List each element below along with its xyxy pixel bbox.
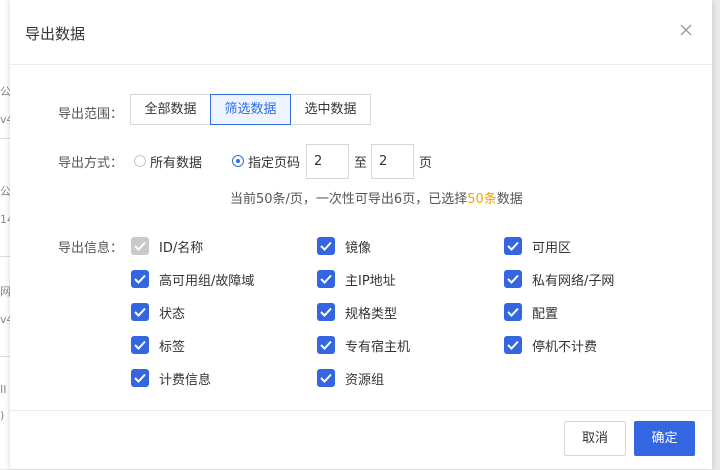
dialog-header: 导出数据: [10, 0, 712, 65]
field-label: 资源组: [345, 372, 385, 388]
checkbox-checked: [131, 369, 149, 387]
export-dialog: 导出数据 导出范围： 全部数据 筛选数据 选中数据 导出方式： 所有数据 指定页…: [10, 0, 712, 469]
checkbox-checked: [131, 303, 149, 321]
export-range-label: 导出范围：: [58, 107, 124, 122]
checkbox-checked: [317, 303, 335, 321]
field-label: 停机不计费: [532, 339, 598, 355]
field-label: 状态: [159, 306, 186, 322]
from-page-input[interactable]: [306, 144, 349, 179]
export-summary: 当前50条/页，一次性可导出6页，已选择50条数据: [230, 188, 523, 207]
to-page-input[interactable]: [371, 144, 414, 179]
cancel-button[interactable]: 取消: [564, 421, 626, 456]
checkbox-checked: [504, 303, 522, 321]
field-vpc-subnet[interactable]: 私有网络/子网: [504, 269, 614, 289]
radio-circle-checked: [232, 155, 244, 167]
checkbox-checked: [317, 237, 335, 255]
field-label: 主IP地址: [345, 273, 396, 289]
field-resource-group[interactable]: 资源组: [317, 368, 384, 388]
field-dedicated-host[interactable]: 专有宿主机: [317, 335, 410, 355]
checkbox-checked: [317, 336, 335, 354]
field-label: 镜像: [345, 240, 372, 256]
export-info-label: 导出信息：: [58, 241, 124, 256]
field-zone[interactable]: 可用区: [504, 236, 571, 256]
range-option-selected[interactable]: 选中数据: [290, 94, 371, 125]
radio-all-data-label: 所有数据: [150, 155, 203, 171]
field-ha-group[interactable]: 高可用组/故障域: [131, 269, 254, 289]
field-status[interactable]: 状态: [131, 302, 185, 322]
checkbox-checked: [504, 336, 522, 354]
checkbox-checked: [317, 369, 335, 387]
checkbox-checked-disabled: [131, 237, 149, 255]
field-no-charge-stop[interactable]: 停机不计费: [504, 335, 597, 355]
range-option-filtered[interactable]: 筛选数据: [210, 94, 291, 125]
field-label: 专有宿主机: [345, 339, 411, 355]
field-tags[interactable]: 标签: [131, 335, 185, 355]
field-label: 高可用组/故障域: [159, 273, 255, 289]
field-label: 配置: [532, 306, 559, 322]
field-id-name[interactable]: ID/名称: [131, 236, 203, 256]
background-text: ): [0, 409, 5, 422]
close-icon[interactable]: [677, 21, 695, 39]
checkbox-checked: [504, 270, 522, 288]
checkbox-checked: [131, 270, 149, 288]
field-billing-info[interactable]: 计费信息: [131, 368, 211, 388]
field-label: 私有网络/子网: [532, 273, 615, 289]
field-image[interactable]: 镜像: [317, 236, 371, 256]
field-label: 标签: [159, 339, 186, 355]
checkbox-checked: [317, 270, 335, 288]
dialog-title: 导出数据: [25, 25, 86, 43]
summary-highlight: 50条: [467, 192, 497, 207]
field-label: 计费信息: [159, 372, 212, 388]
range-option-all[interactable]: 全部数据: [130, 94, 211, 125]
checkbox-checked: [504, 237, 522, 255]
field-config[interactable]: 配置: [504, 302, 558, 322]
field-label: 可用区: [532, 240, 572, 256]
field-primary-ip[interactable]: 主IP地址: [317, 269, 396, 289]
confirm-button[interactable]: 确定: [634, 421, 695, 456]
radio-page-range[interactable]: 指定页码: [232, 151, 300, 171]
background-text: II: [0, 383, 7, 396]
field-spec-type[interactable]: 规格类型: [317, 302, 397, 322]
summary-prefix: 当前50条/页，一次性可导出6页，已选择: [230, 192, 468, 207]
radio-all-data[interactable]: 所有数据: [134, 151, 202, 171]
field-label: 规格类型: [345, 306, 398, 322]
to-label: 至: [354, 156, 368, 171]
export-mode-label: 导出方式：: [58, 156, 124, 171]
checkbox-checked: [131, 336, 149, 354]
page-unit-label: 页: [419, 156, 433, 171]
field-label: ID/名称: [159, 240, 204, 256]
summary-suffix: 数据: [496, 192, 523, 207]
radio-circle: [134, 155, 146, 167]
radio-page-range-label: 指定页码: [248, 155, 301, 171]
